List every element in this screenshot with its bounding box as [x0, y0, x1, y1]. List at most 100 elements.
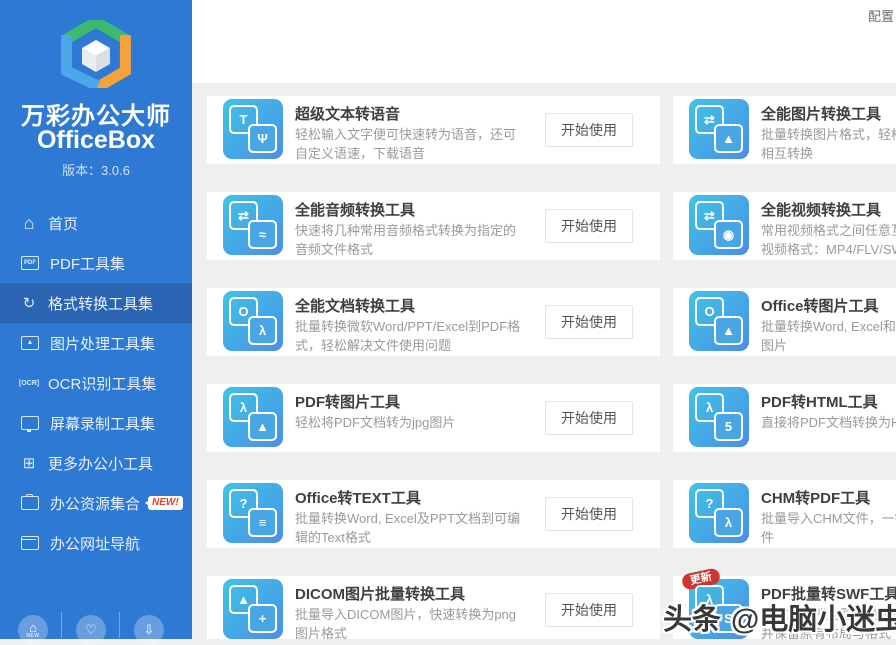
tool-icon: O λ	[223, 291, 283, 351]
tool-description: 常用视频格式之间任意互视频格式：MP4/FLV/SW	[761, 221, 896, 259]
tool-title: 超级文本转语音	[295, 103, 400, 124]
sidebar-item-label: 办公资源集合	[50, 493, 140, 514]
footer-divider	[61, 612, 62, 638]
tool-title: PDF转HTML工具	[761, 391, 878, 412]
tool-card: ? ≡ Office转TEXT工具 批量转换Word, Excel及PPT文档到…	[207, 480, 660, 548]
browser-icon	[21, 536, 39, 550]
footer-sub-label: NEW	[26, 634, 39, 639]
new-badge: NEW!	[148, 496, 183, 510]
tool-icon: ▲ +	[223, 579, 283, 639]
sidebar-item-label: 首页	[48, 213, 78, 234]
tool-title: CHM转PDF工具	[761, 487, 870, 508]
tool-icon: O ▲	[689, 291, 749, 351]
tool-card: ⇄ ≈ 全能音频转换工具 快速将几种常用音频格式转换为指定的音频文件格式 开始使…	[207, 192, 660, 260]
sidebar-item-image-tools[interactable]: ▲ 图片处理工具集	[0, 323, 192, 363]
sidebar-item-label: 办公网址导航	[50, 533, 140, 554]
home-new-icon: ⌂	[29, 622, 37, 634]
sidebar-item-label: OCR识别工具集	[48, 373, 156, 394]
tool-description: 批量导入DICOM图片，快速转换为png图片格式	[295, 605, 516, 639]
tool-card: ⇄ ▲ 全能图片转换工具 批量转换图片格式，轻松相互转换 开始使用	[673, 96, 896, 164]
tool-icon-front-square: ≈	[248, 220, 277, 249]
tool-description: 批量转换微软Word/PPT/Excel到PDF格式，轻松解决文件使用问题	[295, 317, 520, 355]
tool-title: PDF转图片工具	[295, 391, 400, 412]
tool-icon-front-square: ≡	[248, 508, 277, 537]
start-button[interactable]: 开始使用	[545, 113, 633, 147]
start-button[interactable]: 开始使用	[545, 497, 633, 531]
footer-button-favorite[interactable]: ♡	[76, 615, 106, 645]
main-header: 配置	[192, 0, 896, 83]
tool-icon-front-square: 5	[714, 412, 743, 441]
sidebar-item-ocr-tools[interactable]: [OCR] OCR识别工具集	[0, 363, 192, 403]
tool-icon: ? λ	[689, 483, 749, 543]
sidebar-item-format-convert[interactable]: ↻ 格式转换工具集	[0, 283, 192, 323]
sidebar-item-office-nav[interactable]: 办公网址导航	[0, 523, 192, 563]
image-icon: ▲	[21, 336, 39, 350]
sidebar: 万彩办公大师 OfficeBox 版本：3.0.6 ⌂ 首页 PDF PDF工具…	[0, 0, 192, 639]
tool-icon: T Ψ	[223, 99, 283, 159]
tool-icon: ? ≡	[223, 483, 283, 543]
ocr-icon: [OCR]	[18, 380, 40, 387]
tool-card: ? λ CHM转PDF工具 批量导入CHM文件，一键件 开始使用	[673, 480, 896, 548]
sidebar-menu: ⌂ 首页 PDF PDF工具集 ↻ 格式转换工具集 ▲ 图片处理工具集 [OCR…	[0, 203, 192, 563]
sidebar-item-label: 图片处理工具集	[50, 333, 155, 354]
start-button[interactable]: 开始使用	[545, 305, 633, 339]
tool-icon-front-square: ▲	[248, 412, 277, 441]
sidebar-item-label: PDF工具集	[50, 253, 125, 274]
tools-panel: T Ψ 超级文本转语音 轻松输入文字便可快速转为语音，还可自定义语速，下载语音 …	[192, 83, 896, 639]
heart-icon: ♡	[85, 624, 97, 636]
pdf-badge-icon: PDF	[21, 256, 39, 270]
settings-link[interactable]: 配置	[868, 6, 894, 25]
sidebar-item-more-tools[interactable]: ⊞ 更多办公小工具	[0, 443, 192, 483]
tool-title: 全能音频转换工具	[295, 199, 415, 220]
tool-icon: λ ▲	[223, 387, 283, 447]
tool-icon-front-square: λ	[714, 508, 743, 537]
sidebar-item-label: 更多办公小工具	[48, 453, 153, 474]
sidebar-item-pdf-tools[interactable]: PDF PDF工具集	[0, 243, 192, 283]
tool-title: 全能文档转换工具	[295, 295, 415, 316]
tool-card: λ 5 PDF转HTML工具 直接将PDF文档转换为HT 开始使用	[673, 384, 896, 452]
tool-icon: λ 5	[689, 387, 749, 447]
tool-icon-front-square: +	[248, 604, 277, 633]
tool-description: 批量转换Word, Excel和P图片	[761, 317, 896, 355]
start-button[interactable]: 开始使用	[545, 401, 633, 435]
tool-icon: ⇄ ▲	[689, 99, 749, 159]
tool-description: 快速将几种常用音频格式转换为指定的音频文件格式	[295, 221, 516, 259]
tool-card: T Ψ 超级文本转语音 轻松输入文字便可快速转为语音，还可自定义语速，下载语音 …	[207, 96, 660, 164]
start-button[interactable]: 开始使用	[545, 209, 633, 243]
tool-card: O ▲ Office转图片工具 批量转换Word, Excel和P图片 开始使用	[673, 288, 896, 356]
app-version: 版本：3.0.6	[0, 160, 192, 179]
sidebar-item-screen-record[interactable]: 屏幕录制工具集	[0, 403, 192, 443]
grid-plus-icon: ⊞	[18, 456, 40, 471]
tool-icon: ⇄ ≈	[223, 195, 283, 255]
start-button[interactable]: 开始使用	[545, 593, 633, 627]
tool-icon-front-square: ▲	[714, 124, 743, 153]
sidebar-item-home[interactable]: ⌂ 首页	[0, 203, 192, 243]
convert-icon: ↻	[18, 296, 40, 311]
download-icon: ⇩	[144, 624, 155, 636]
tool-description: 轻松输入文字便可快速转为语音，还可自定义语速，下载语音	[295, 125, 516, 163]
footer-button-download[interactable]: ⇩	[134, 615, 164, 645]
sidebar-item-label: 屏幕录制工具集	[50, 413, 155, 434]
tool-description: 批量转换Word, Excel及PPT文档到可编辑的Text格式	[295, 509, 520, 547]
monitor-icon	[21, 416, 39, 430]
tool-description: 批量转换图片格式，轻松相互转换	[761, 125, 896, 163]
briefcase-icon	[21, 496, 39, 510]
tool-icon-front-square: ◉	[714, 220, 743, 249]
watermark: 头条@电脑小迷虫	[663, 596, 896, 638]
tool-card: O λ 全能文档转换工具 批量转换微软Word/PPT/Excel到PDF格式，…	[207, 288, 660, 356]
sidebar-item-office-resources[interactable]: 办公资源集合 NEW!	[0, 483, 192, 523]
footer-button-home-new[interactable]: ⌂ NEW	[18, 615, 48, 645]
footer-divider	[119, 612, 120, 638]
tool-icon-front-square: Ψ	[248, 124, 277, 153]
tool-card: ⇄ ◉ 全能视频转换工具 常用视频格式之间任意互视频格式：MP4/FLV/SW …	[673, 192, 896, 260]
tool-description: 批量导入CHM文件，一键件	[761, 509, 896, 547]
tool-icon: ⇄ ◉	[689, 195, 749, 255]
tool-title: 全能图片转换工具	[761, 103, 881, 124]
tool-card: ▲ + DICOM图片批量转换工具 批量导入DICOM图片，快速转换为png图片…	[207, 576, 660, 639]
tool-title: Office转TEXT工具	[295, 487, 421, 508]
tool-description: 轻松将PDF文档转为jpg图片	[295, 413, 455, 432]
tool-card: λ ▲ PDF转图片工具 轻松将PDF文档转为jpg图片 开始使用	[207, 384, 660, 452]
tool-title: 全能视频转换工具	[761, 199, 881, 220]
home-icon: ⌂	[18, 214, 40, 232]
tool-description: 直接将PDF文档转换为HT	[761, 413, 896, 432]
